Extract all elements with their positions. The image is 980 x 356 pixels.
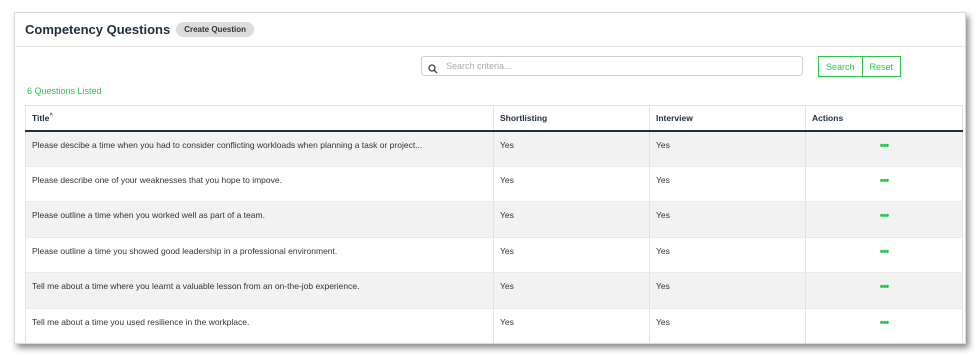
more-actions-icon[interactable]: ••• — [880, 175, 890, 187]
questions-count: 6 Questions Listed — [27, 86, 102, 96]
actions-cell: ••• — [805, 272, 963, 309]
more-actions-icon[interactable]: ••• — [880, 281, 890, 293]
interview-value: Yes — [649, 308, 806, 343]
interview-value: Yes — [649, 201, 806, 238]
more-actions-icon[interactable]: ••• — [880, 210, 890, 222]
page-title: Competency Questions — [25, 22, 171, 37]
table-row: Please outline a time you showed good le… — [25, 237, 963, 273]
table-row: Please descibe a time when you had to co… — [25, 130, 963, 167]
table-row: Tell me about a time you used resilience… — [25, 308, 963, 343]
interview-value: Yes — [649, 166, 806, 202]
shortlisting-value: Yes — [493, 166, 650, 202]
actions-cell: ••• — [805, 130, 963, 167]
more-actions-icon[interactable]: ••• — [880, 246, 890, 258]
column-header-shortlisting[interactable]: Shortlisting — [493, 105, 650, 132]
question-title: Tell me about a time where you learnt a … — [25, 272, 494, 309]
question-title: Please outline a time when you worked we… — [25, 201, 494, 238]
reset-button[interactable]: Reset — [861, 57, 901, 76]
column-header-interview[interactable]: Interview — [649, 105, 806, 132]
column-header-title[interactable]: Title^ — [25, 105, 494, 132]
interview-value: Yes — [649, 237, 806, 273]
questions-table: Title^ Shortlisting Interview Actions Pl… — [25, 105, 963, 343]
table-row: Please outline a time when you worked we… — [25, 201, 963, 238]
search-icon — [428, 61, 438, 74]
more-actions-icon[interactable]: ••• — [880, 317, 890, 329]
column-header-actions: Actions — [805, 105, 963, 132]
actions-cell: ••• — [805, 237, 963, 273]
panel-header: Competency Questions Create Question — [15, 13, 965, 47]
shortlisting-value: Yes — [493, 237, 650, 273]
shortlisting-value: Yes — [493, 201, 650, 238]
actions-cell: ••• — [805, 201, 963, 238]
table-row: Please describe one of your weaknesses t… — [25, 166, 963, 202]
question-title: Tell me about a time you used resilience… — [25, 308, 494, 343]
question-title: Please describe one of your weaknesses t… — [25, 166, 494, 202]
interview-value: Yes — [649, 272, 806, 309]
sort-ascending-icon: ^ — [49, 112, 53, 119]
search-button-group: Search Reset — [818, 56, 902, 77]
actions-cell: ••• — [805, 166, 963, 202]
table-header-row: Title^ Shortlisting Interview Actions — [25, 105, 963, 132]
search-box[interactable] — [421, 56, 803, 76]
interview-value: Yes — [649, 130, 806, 167]
shortlisting-value: Yes — [493, 308, 650, 343]
search-button[interactable]: Search — [819, 57, 862, 76]
competency-questions-panel: Competency Questions Create Question Sea… — [14, 12, 966, 344]
search-input[interactable] — [446, 61, 786, 71]
table-row: Tell me about a time where you learnt a … — [25, 272, 963, 309]
more-actions-icon[interactable]: ••• — [880, 140, 890, 152]
question-title: Please outline a time you showed good le… — [25, 237, 494, 273]
shortlisting-value: Yes — [493, 130, 650, 167]
create-question-button[interactable]: Create Question — [176, 22, 254, 37]
actions-cell: ••• — [805, 308, 963, 343]
search-bar — [421, 56, 803, 76]
question-title: Please descibe a time when you had to co… — [25, 130, 494, 167]
shortlisting-value: Yes — [493, 272, 650, 309]
